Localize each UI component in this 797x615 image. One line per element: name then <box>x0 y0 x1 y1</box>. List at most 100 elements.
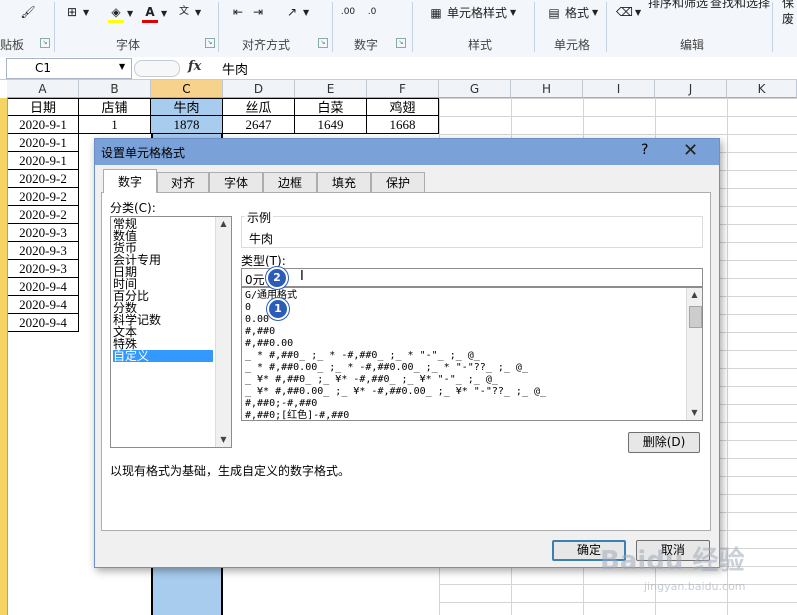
format-item[interactable]: 0.00 <box>245 314 269 326</box>
col-header-a[interactable]: A <box>7 80 79 98</box>
cell-c2[interactable]: 1878 <box>151 116 223 134</box>
cell-a7[interactable]: 2020-9-2 <box>7 206 79 224</box>
cell-styles-label: 单元格样式 <box>447 6 508 20</box>
formula-bar-splitter[interactable] <box>134 60 180 77</box>
close-icon[interactable]: ✕ <box>683 140 698 161</box>
col-header-k[interactable]: K <box>727 80 797 98</box>
cell-a4[interactable]: 2020-9-1 <box>7 152 79 170</box>
cell-e1[interactable]: 白菜 <box>295 98 367 116</box>
cell-b1[interactable]: 店铺 <box>79 98 151 116</box>
sort-filter-button[interactable]: 排序和筛选 <box>648 0 708 11</box>
number-launcher-icon[interactable]: ↘ <box>396 38 406 48</box>
tab-protection[interactable]: 保护 <box>371 172 425 192</box>
format-item[interactable]: #,##0.00 <box>245 338 293 350</box>
tab-number[interactable]: 数字 <box>103 169 157 193</box>
cell-a1[interactable]: 日期 <box>7 98 79 116</box>
col-header-d[interactable]: D <box>223 80 295 98</box>
cell-d2[interactable]: 2647 <box>223 116 295 134</box>
format-item[interactable]: _ ¥* #,##0.00_ ;_ ¥* -#,##0.00_ ;_ ¥* "-… <box>245 386 546 398</box>
col-header-b[interactable]: B <box>79 80 151 98</box>
watermark-url: jingyan.baidu.com <box>644 580 746 593</box>
category-item-selected[interactable]: 自定义 <box>113 350 213 362</box>
tab-alignment[interactable]: 对齐 <box>157 172 209 192</box>
dialog-titlebar[interactable]: 设置单元格格式 ? ✕ <box>95 139 719 165</box>
cell-a9[interactable]: 2020-9-3 <box>7 242 79 260</box>
group-label-alignment: 对齐方式 <box>242 38 291 52</box>
cell-a12[interactable]: 2020-9-4 <box>7 296 79 314</box>
name-box-dropdown-icon[interactable]: ▼ <box>119 62 125 71</box>
delete-button[interactable]: 删除(D) <box>628 432 700 453</box>
sample-label: 示例 <box>245 209 274 226</box>
type-input[interactable]: 0元 I <box>241 268 703 287</box>
find-select-button[interactable]: 查找和选择 <box>710 0 770 11</box>
scroll-up-icon[interactable]: ▲ <box>687 288 702 302</box>
tab-font[interactable]: 字体 <box>209 172 263 192</box>
format-code-list[interactable]: G/通用格式 0 0.00 #,##0 #,##0.00 _ * #,##0_ … <box>241 287 703 421</box>
cell-f1[interactable]: 鸡翅 <box>367 98 439 116</box>
orientation-button[interactable]: ↗ ▼ <box>284 4 309 20</box>
scroll-up-icon[interactable]: ▲ <box>216 217 231 231</box>
format-painter-button[interactable]: 🖌 <box>20 4 36 20</box>
name-box[interactable]: C1 ▼ <box>6 58 132 79</box>
help-icon[interactable]: ? <box>641 142 648 158</box>
col-header-c[interactable]: C <box>151 80 223 98</box>
col-header-i[interactable]: I <box>583 80 655 98</box>
fill-color-button[interactable]: ◈ ▼ <box>108 4 133 23</box>
category-list[interactable]: 常规 数值 货币 会计专用 日期 时间 百分比 分数 科学记数 文本 特殊 自定… <box>110 216 232 448</box>
format-label: 格式 <box>565 6 590 20</box>
watermark-logo: Baidu 经验 <box>600 546 745 576</box>
format-item[interactable]: #,##0;-#,##0 <box>245 398 317 410</box>
format-item[interactable]: #,##0 <box>245 326 275 338</box>
col-header-g[interactable]: G <box>439 80 511 98</box>
format-item[interactable]: #,##0;[红色]-#,##0 <box>245 410 349 422</box>
type-input-value: 0元 <box>245 273 265 287</box>
font-launcher-icon[interactable]: ↘ <box>205 38 215 48</box>
cell-a10[interactable]: 2020-9-3 <box>7 260 79 278</box>
format-button[interactable]: ▤ 格式 ▼ <box>546 4 598 21</box>
format-item[interactable]: _ * #,##0.00_ ;_ * -#,##0.00_ ;_ * "-"??… <box>245 362 528 374</box>
scroll-down-icon[interactable]: ▼ <box>216 433 231 447</box>
cell-a3[interactable]: 2020-9-1 <box>7 134 79 152</box>
cell-e2[interactable]: 1649 <box>295 116 367 134</box>
cell-a11[interactable]: 2020-9-4 <box>7 278 79 296</box>
category-label: 分类(C): <box>110 201 156 215</box>
tab-fill[interactable]: 填充 <box>317 172 371 192</box>
cell-a6[interactable]: 2020-9-2 <box>7 188 79 206</box>
borders-button[interactable]: ⊞ ▼ <box>64 4 89 20</box>
increase-decimal-button[interactable]: .00 <box>340 4 356 20</box>
cell-d1[interactable]: 丝瓜 <box>223 98 295 116</box>
clear-button[interactable]: ⌫ ▼ <box>616 4 641 20</box>
scroll-thumb[interactable] <box>689 306 702 328</box>
tab-border[interactable]: 边框 <box>263 172 317 192</box>
decrease-decimal-button[interactable]: .0 <box>364 4 380 20</box>
font-color-button[interactable]: A ▼ <box>142 4 167 23</box>
decrease-indent-button[interactable]: ⇤ <box>230 4 246 20</box>
cell-c1[interactable]: 牛肉 <box>151 98 223 116</box>
cell-a8[interactable]: 2020-9-3 <box>7 224 79 242</box>
ribbon: 🖌 贴板 ↘ ⊞ ▼ ◈ ▼ A ▼ 文 ▼ 字体 ↘ ⇤ ⇥ ↗ ▼ 对齐方式 ↘ .0… <box>0 0 797 58</box>
insert-function-icon[interactable]: fx <box>188 59 201 74</box>
col-header-e[interactable]: E <box>295 80 367 98</box>
format-item[interactable]: 0 <box>245 302 251 314</box>
format-item[interactable]: _ * #,##0_ ;_ * -#,##0_ ;_ * "-"_ ;_ @_ <box>245 350 480 362</box>
cell-styles-button[interactable]: ▦ 单元格样式 ▼ <box>428 4 516 21</box>
cell-b2[interactable]: 1 <box>79 116 151 134</box>
category-scrollbar[interactable]: ▲ ▼ <box>215 217 231 447</box>
increase-indent-button[interactable]: ⇥ <box>250 4 266 20</box>
dialog-title: 设置单元格格式 <box>101 146 186 160</box>
scroll-down-icon[interactable]: ▼ <box>687 406 702 420</box>
cell-a13[interactable]: 2020-9-4 <box>7 314 79 332</box>
phonetic-button[interactable]: 文 ▼ <box>176 4 201 20</box>
alignment-launcher-icon[interactable]: ↘ <box>318 38 328 48</box>
cell-f2[interactable]: 1668 <box>367 116 439 134</box>
formula-input[interactable]: 牛肉 <box>222 59 248 78</box>
col-header-f[interactable]: F <box>367 80 439 98</box>
clipboard-launcher-icon[interactable]: ↘ <box>40 38 50 48</box>
cell-a2[interactable]: 2020-9-1 <box>7 116 79 134</box>
col-header-h[interactable]: H <box>511 80 583 98</box>
col-header-j[interactable]: J <box>655 80 727 98</box>
format-item[interactable]: _ ¥* #,##0_ ;_ ¥* -#,##0_ ;_ ¥* "-"_ ;_ … <box>245 374 498 386</box>
border-icon: ⊞ <box>66 5 78 19</box>
cell-a5[interactable]: 2020-9-2 <box>7 170 79 188</box>
format-list-scrollbar[interactable]: ▲ ▼ <box>686 288 702 420</box>
